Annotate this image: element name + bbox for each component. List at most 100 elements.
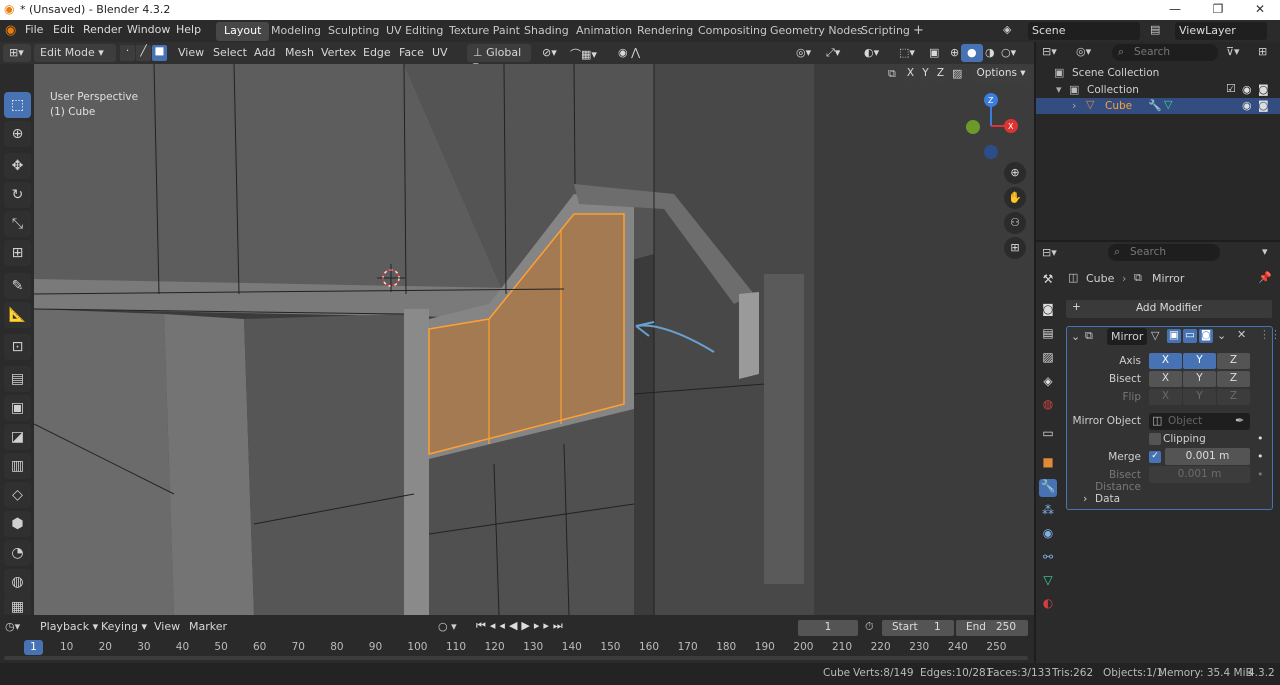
bisect-distance-field[interactable]: 0.001 m bbox=[1149, 466, 1250, 483]
data-expand-icon[interactable]: › bbox=[1083, 492, 1087, 505]
viewlayer-selector[interactable]: ViewLayer bbox=[1175, 22, 1267, 40]
mesh-overlay-icon[interactable]: ⬚▾ bbox=[893, 44, 921, 62]
properties-search-input[interactable]: ⌕ Search bbox=[1108, 244, 1220, 261]
edge-select-icon[interactable]: ╱ bbox=[136, 45, 151, 61]
playback-controls[interactable]: ⏮◂◂◀▶▸▸⏭ bbox=[476, 619, 567, 633]
pin-icon[interactable]: 📌 bbox=[1258, 271, 1272, 284]
menu-vertex[interactable]: Vertex bbox=[315, 44, 362, 62]
axis-x-toggle[interactable]: X bbox=[1149, 353, 1182, 369]
drag-handle-icon[interactable]: ⋮⋮ bbox=[1259, 328, 1280, 341]
camera-icon[interactable]: ◙ bbox=[1258, 99, 1269, 112]
move-tool-icon[interactable]: ✥ bbox=[4, 153, 31, 179]
mirror-axis-y[interactable]: Y bbox=[919, 67, 932, 82]
mesh-data-tab-icon[interactable]: ▽ bbox=[1039, 573, 1057, 591]
collapse-arrow-icon[interactable]: ⌄ bbox=[1071, 330, 1080, 343]
view-layer-tab-icon[interactable]: ▨ bbox=[1039, 350, 1057, 368]
ortho-toggle-icon[interactable]: ⊞ bbox=[1004, 237, 1026, 259]
measure-tool-icon[interactable]: 📐 bbox=[4, 302, 31, 328]
bisect-keyframe-icon[interactable]: • bbox=[1257, 468, 1264, 481]
pan-hand-icon[interactable]: ✋ bbox=[1004, 187, 1026, 209]
merge-keyframe-icon[interactable]: • bbox=[1257, 450, 1264, 463]
flip-x-toggle[interactable]: X bbox=[1149, 389, 1182, 405]
auto-keying-icon[interactable]: ○ ▾ bbox=[438, 620, 457, 633]
menu-mesh[interactable]: Mesh bbox=[279, 44, 320, 62]
timeline-scrollbar[interactable] bbox=[4, 656, 1028, 660]
clipping-checkbox[interactable] bbox=[1149, 433, 1161, 445]
physics-tab-icon[interactable]: ◉ bbox=[1039, 526, 1057, 544]
menu-select[interactable]: Select bbox=[207, 44, 253, 62]
add-modifier-button[interactable]: + Add Modifier bbox=[1066, 300, 1272, 318]
menu-keying[interactable]: Keying ▾ bbox=[95, 618, 153, 636]
constraints-tab-icon[interactable]: ⚯ bbox=[1039, 550, 1057, 568]
eye-icon[interactable]: ◉ bbox=[1242, 99, 1252, 112]
new-collection-icon[interactable]: ⊞ bbox=[1258, 45, 1267, 58]
checkbox-icon[interactable]: ☑ bbox=[1226, 82, 1236, 95]
edit-mode-cage-icon[interactable]: ▽ bbox=[1151, 329, 1159, 342]
visibility-icon[interactable]: ◎▾ bbox=[790, 44, 817, 62]
menu-window[interactable]: Window bbox=[127, 23, 170, 36]
particles-tab-icon[interactable]: ⁂ bbox=[1039, 503, 1057, 521]
gizmo-toggle-icon[interactable]: ⤢▾ bbox=[820, 44, 846, 62]
data-subpanel-label[interactable]: Data bbox=[1095, 493, 1120, 505]
spin-tool-icon[interactable]: ◔ bbox=[4, 540, 31, 566]
merge-checkbox[interactable]: ✓ bbox=[1149, 451, 1161, 463]
clipping-keyframe-icon[interactable]: • bbox=[1257, 432, 1264, 445]
menu-face[interactable]: Face bbox=[393, 44, 430, 62]
vertex-select-icon[interactable]: · bbox=[120, 45, 135, 61]
select-box-tool-icon[interactable]: ⬚ bbox=[4, 92, 31, 118]
scene-icon[interactable]: ◈ bbox=[1003, 23, 1011, 36]
display-mode-icon[interactable]: ◎▾ bbox=[1076, 45, 1091, 58]
scene-selector[interactable]: Scene bbox=[1028, 22, 1140, 40]
transform-tool-icon[interactable]: ⊞ bbox=[4, 240, 31, 266]
current-frame-field[interactable]: 1 bbox=[798, 620, 858, 636]
expand-arrow-icon[interactable]: › bbox=[1072, 99, 1076, 112]
outliner-editor-icon[interactable]: ⊟▾ bbox=[1042, 45, 1057, 58]
scale-tool-icon[interactable]: ⤡ bbox=[4, 211, 31, 237]
add-cube-tool-icon[interactable]: ⊡ bbox=[4, 334, 31, 360]
annotate-tool-icon[interactable]: ✎ bbox=[4, 273, 31, 299]
mirror-object-field[interactable]: ◫ Object ✒ bbox=[1149, 413, 1250, 430]
blender-menu-icon[interactable]: ◉ bbox=[5, 23, 16, 38]
menu-file[interactable]: File bbox=[25, 23, 43, 36]
menu-view[interactable]: View bbox=[172, 44, 210, 62]
merge-distance-field[interactable]: 0.001 m bbox=[1165, 448, 1250, 465]
camera-view-icon[interactable]: ⚇ bbox=[1004, 212, 1026, 234]
stopwatch-icon[interactable]: ⏱ bbox=[865, 620, 874, 634]
outliner-row-cube[interactable]: › ▽ Cube 🔧 ▽ ◉ ◙ bbox=[1036, 98, 1280, 114]
extrude-tool-icon[interactable]: ▤ bbox=[4, 366, 31, 392]
menu-uv[interactable]: UV bbox=[426, 44, 454, 62]
knife-tool-icon[interactable]: ◇ bbox=[4, 482, 31, 508]
tool-tab-icon[interactable]: ⚒ bbox=[1039, 272, 1057, 290]
tab-layout[interactable]: Layout bbox=[216, 22, 270, 41]
timeline-editor-icon[interactable]: ◷▾ bbox=[5, 620, 20, 633]
collection-tab-icon[interactable]: ▭ bbox=[1039, 426, 1057, 444]
start-frame-field[interactable]: Start 1 bbox=[882, 620, 954, 636]
menu-timeline-view[interactable]: View bbox=[148, 618, 186, 636]
properties-editor-icon[interactable]: ⊟▾ bbox=[1042, 246, 1057, 259]
zoom-icon[interactable]: ⊕ bbox=[1004, 162, 1026, 184]
minimize-button[interactable]: — bbox=[1155, 2, 1195, 16]
poly-build-tool-icon[interactable]: ⬢ bbox=[4, 511, 31, 537]
snap-icon[interactable]: ⌒▦▾ bbox=[564, 44, 603, 62]
tab-texture-paint[interactable]: Texture Paint bbox=[441, 22, 528, 41]
mode-selector[interactable]: Edit Mode ▾ bbox=[34, 44, 116, 62]
eye-icon[interactable]: ◉ bbox=[1242, 83, 1252, 96]
output-tab-icon[interactable]: ▤ bbox=[1039, 326, 1057, 344]
menu-render[interactable]: Render bbox=[83, 23, 122, 36]
editor-type-icon[interactable]: ⊞▾ bbox=[3, 44, 31, 62]
modifier-wrench-icon[interactable]: 🔧 bbox=[1148, 99, 1162, 112]
end-frame-field[interactable]: End 250 bbox=[956, 620, 1028, 636]
outliner-row-collection[interactable]: ▾ ▣ Collection ☑ ◉ ◙ bbox=[1036, 82, 1280, 98]
render-tab-icon[interactable]: ◙ bbox=[1039, 302, 1057, 320]
orientation-selector[interactable]: ⊥ Global ▾ bbox=[467, 44, 531, 72]
3d-viewport[interactable]: User Perspective (1) Cube ⧉ X Y Z ▨ Opti… bbox=[34, 64, 1034, 615]
menu-playback[interactable]: Playback ▾ bbox=[34, 618, 104, 636]
camera-icon[interactable]: ◙ bbox=[1258, 83, 1269, 96]
modifier-tab-icon[interactable]: 🔧 bbox=[1039, 479, 1057, 497]
rotate-tool-icon[interactable]: ↻ bbox=[4, 182, 31, 208]
bisect-x-toggle[interactable]: X bbox=[1149, 371, 1182, 387]
expand-arrow-icon[interactable]: ▾ bbox=[1056, 83, 1062, 96]
menu-edge[interactable]: Edge bbox=[357, 44, 397, 62]
mirror-axis-z[interactable]: Z bbox=[934, 67, 947, 82]
maximize-button[interactable]: ❐ bbox=[1198, 2, 1238, 16]
